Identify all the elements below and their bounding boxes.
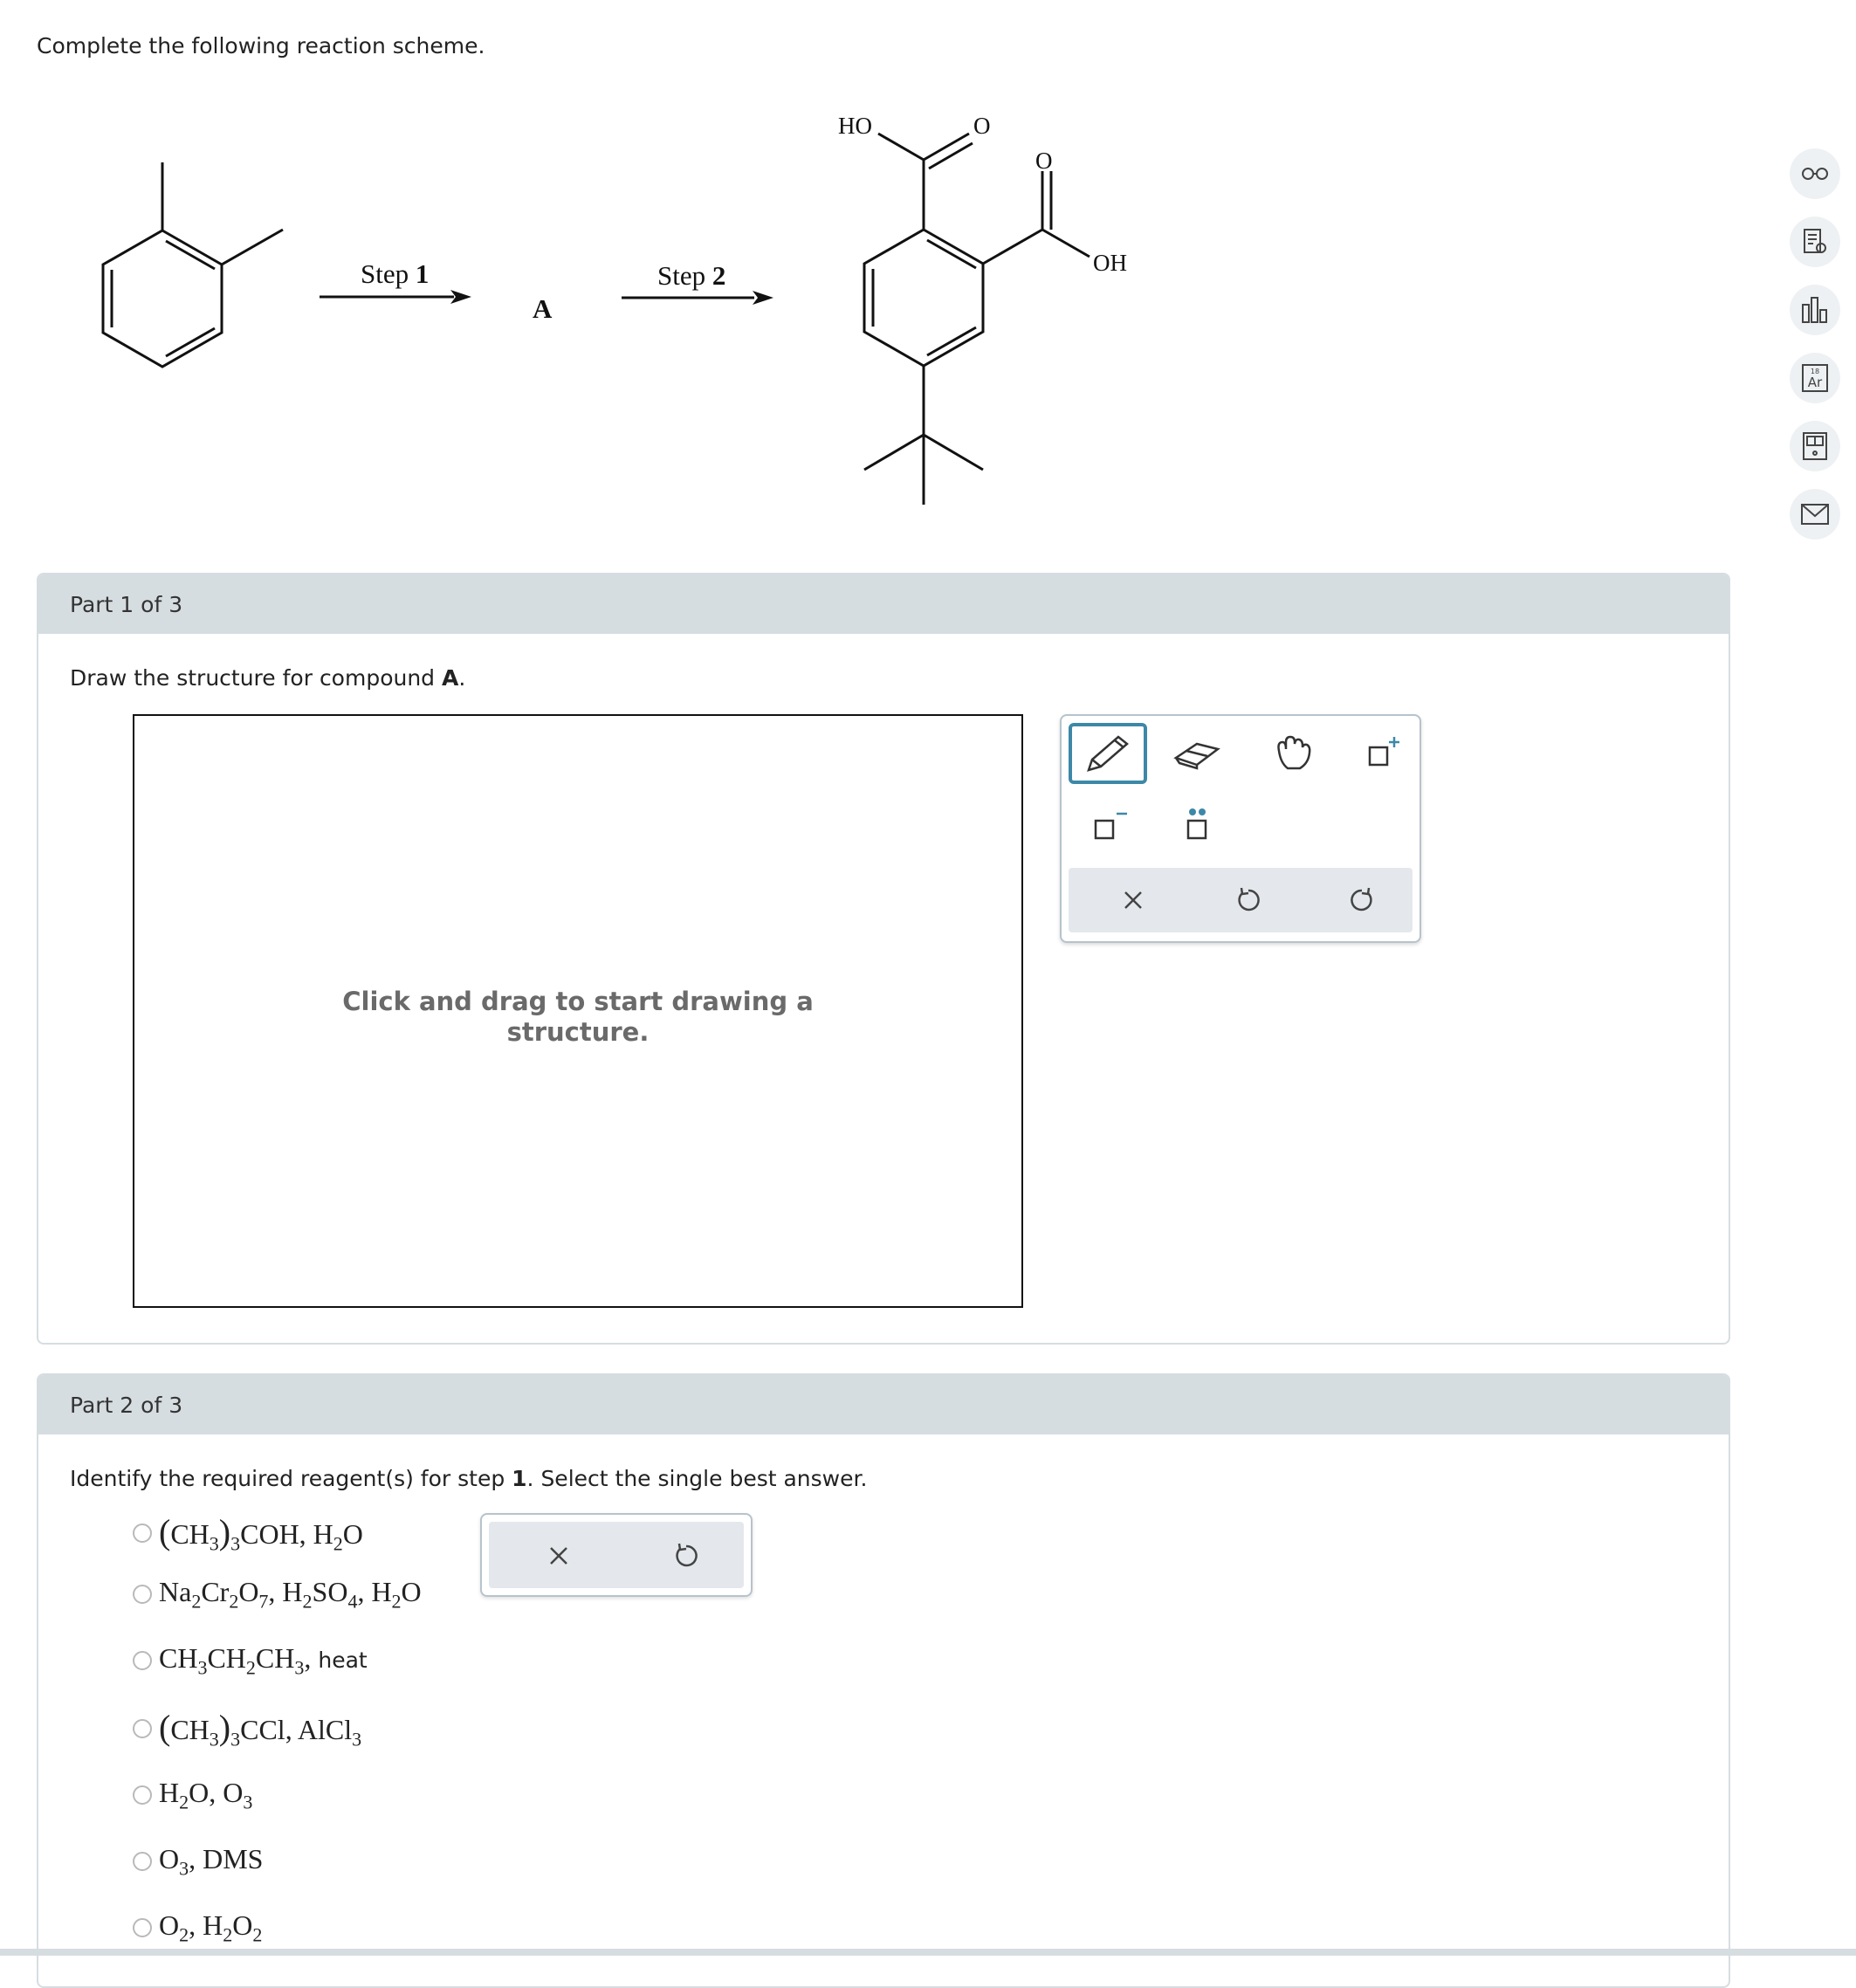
eraser-icon bbox=[1173, 742, 1220, 770]
undo-button[interactable] bbox=[1222, 878, 1275, 922]
calculator-button[interactable] bbox=[1790, 421, 1840, 471]
step1-number: 1 bbox=[416, 258, 430, 289]
eraser-tool[interactable] bbox=[1158, 723, 1236, 784]
accessibility-button[interactable] bbox=[1790, 148, 1840, 199]
option-6[interactable]: O3, DMS bbox=[133, 1843, 263, 1880]
step1-word: Step bbox=[361, 258, 409, 289]
option-6-radio[interactable] bbox=[133, 1852, 152, 1872]
option-4[interactable]: (CH3)3CCl, AlCl3 bbox=[133, 1707, 361, 1751]
part-1-title: Part 1 of 3 bbox=[70, 592, 183, 617]
answer-clear-button[interactable] bbox=[533, 1534, 585, 1578]
option-2[interactable]: Na2Cr2O7, H2SO4, H2O bbox=[133, 1576, 422, 1613]
hand-icon bbox=[1277, 735, 1311, 770]
option-5-radio[interactable] bbox=[133, 1785, 152, 1806]
lone-pair-tool[interactable] bbox=[1158, 795, 1236, 856]
ho-label: HO bbox=[838, 113, 872, 139]
answer-action-bar bbox=[489, 1522, 744, 1588]
canvas-hint: Click and drag to start drawing a struct… bbox=[342, 987, 814, 1047]
part-2-instruction: Identify the required reagent(s) for ste… bbox=[70, 1466, 868, 1491]
drawing-toolbox bbox=[1060, 714, 1421, 943]
redo-icon bbox=[1351, 887, 1372, 911]
option-4-radio[interactable] bbox=[133, 1719, 152, 1739]
bar-chart-icon bbox=[1802, 297, 1827, 323]
svg-text:Ar: Ar bbox=[1808, 375, 1823, 390]
option-1[interactable]: (CH3)3COH, H2O bbox=[133, 1511, 363, 1555]
bottom-scrollbar-edge bbox=[0, 1949, 1856, 1956]
clear-icon bbox=[550, 1547, 567, 1565]
oh-label: OH bbox=[1093, 250, 1127, 276]
hand-tool[interactable] bbox=[1254, 723, 1332, 784]
option-3[interactable]: CH3CH2CH3, heat bbox=[133, 1642, 368, 1679]
option-2-radio[interactable] bbox=[133, 1585, 152, 1605]
undo-icon bbox=[676, 1543, 698, 1567]
option-5[interactable]: H2O, O3 bbox=[133, 1777, 252, 1813]
pencil-icon bbox=[1087, 735, 1129, 772]
carbonyl-o-label-2: O bbox=[1035, 148, 1053, 174]
periodic-table-icon: 18Ar bbox=[1802, 364, 1828, 392]
option-7-radio[interactable] bbox=[133, 1918, 152, 1938]
o-xylene-structure bbox=[101, 162, 284, 368]
step2-number: 2 bbox=[712, 260, 726, 291]
step2-word: Step bbox=[657, 260, 705, 291]
option-3-radio[interactable] bbox=[133, 1651, 152, 1671]
pencil-tool[interactable] bbox=[1069, 723, 1147, 784]
calculator-icon bbox=[1803, 432, 1827, 460]
carbonyl-o-label-1: O bbox=[973, 113, 991, 139]
intermediate-label: A bbox=[533, 293, 553, 324]
positive-charge-tool[interactable] bbox=[1341, 723, 1419, 784]
glasses-icon bbox=[1802, 168, 1828, 180]
undo-icon bbox=[1238, 887, 1260, 911]
option-7[interactable]: O2, H2O2 bbox=[133, 1909, 262, 1946]
option-7-label: O2, H2O2 bbox=[159, 1909, 263, 1946]
redo-button[interactable] bbox=[1336, 878, 1388, 922]
mail-button[interactable] bbox=[1790, 489, 1840, 540]
option-5-label: H2O, O3 bbox=[159, 1777, 253, 1813]
data-button[interactable] bbox=[1790, 285, 1840, 335]
reading-icon bbox=[1804, 229, 1826, 253]
periodic-table-button[interactable]: 18 Ar bbox=[1790, 353, 1840, 403]
option-1-label: (CH3)3COH, H2O bbox=[159, 1512, 363, 1555]
reaction-scheme: Step 1 Step 2 A HO O O OH bbox=[101, 113, 1127, 505]
negative-charge-tool[interactable] bbox=[1069, 795, 1147, 856]
svg-text:Step 1: Step 1 bbox=[361, 258, 429, 289]
part-1-header: Part 1 of 3 bbox=[38, 574, 1729, 634]
option-4-label: (CH3)3CCl, AlCl3 bbox=[159, 1708, 362, 1751]
negative-charge-icon bbox=[1094, 812, 1127, 840]
answer-undo-button[interactable] bbox=[660, 1534, 712, 1578]
part-1-panel: Part 1 of 3 Draw the structure for compo… bbox=[37, 573, 1730, 1345]
mail-icon bbox=[1801, 504, 1829, 525]
lone-pair-icon bbox=[1186, 808, 1207, 840]
product-structure bbox=[863, 132, 1090, 505]
part-2-panel: Part 2 of 3 Identify the required reagen… bbox=[37, 1373, 1730, 1988]
option-2-label: Na2Cr2O7, H2SO4, H2O bbox=[159, 1576, 422, 1613]
option-6-label: O3, DMS bbox=[159, 1843, 264, 1880]
part-1-instruction: Draw the structure for compound A. bbox=[70, 665, 466, 691]
reading-button[interactable] bbox=[1790, 217, 1840, 267]
svg-text:Step 2: Step 2 bbox=[657, 260, 725, 291]
answer-action-box bbox=[480, 1513, 753, 1597]
part-2-title: Part 2 of 3 bbox=[70, 1393, 183, 1418]
option-1-radio[interactable] bbox=[133, 1524, 152, 1544]
drawing-canvas[interactable]: Click and drag to start drawing a struct… bbox=[133, 714, 1023, 1308]
positive-charge-icon bbox=[1368, 737, 1399, 767]
canvas-action-bar bbox=[1069, 868, 1413, 932]
clear-button[interactable] bbox=[1107, 878, 1159, 922]
clear-icon bbox=[1124, 891, 1142, 909]
option-3-label: CH3CH2CH3, heat bbox=[159, 1642, 368, 1679]
part-2-header: Part 2 of 3 bbox=[38, 1375, 1729, 1434]
